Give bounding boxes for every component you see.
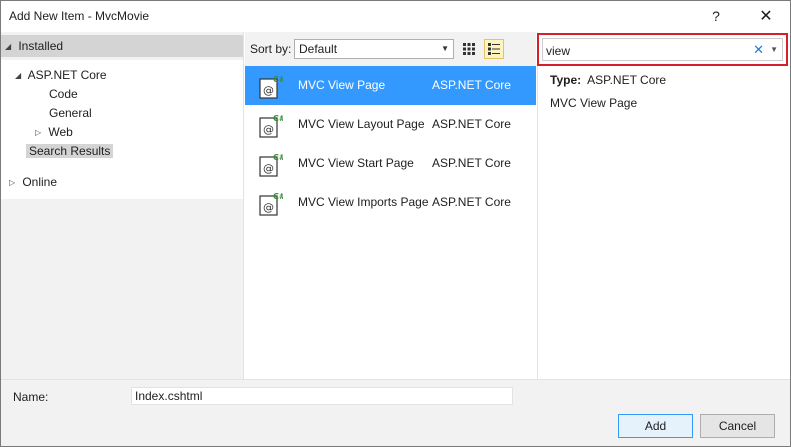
list-item[interactable]: @ C# MVC View Imports Page ASP.NET Core xyxy=(245,183,536,222)
razor-page-icon: @ C# xyxy=(259,153,283,177)
type-label: Type: xyxy=(550,73,582,87)
svg-text:C#: C# xyxy=(273,153,283,162)
help-button[interactable]: ? xyxy=(696,1,736,31)
title-bar: Add New Item - MvcMovie ? ✕ xyxy=(1,1,790,31)
list-item[interactable]: @ C# MVC View Layout Page ASP.NET Core xyxy=(245,105,536,144)
tree-item-general[interactable]: General xyxy=(49,104,92,123)
details-panel: view ✕ ▼ Type: ASP.NET Core MVC View Page xyxy=(537,32,790,379)
list-item[interactable]: @ C# MVC View Start Page ASP.NET Core xyxy=(245,144,536,183)
tree-item-label: Code xyxy=(49,87,78,101)
name-label: Name: xyxy=(13,390,49,404)
razor-page-icon: @ C# xyxy=(259,75,283,99)
tree-item-web[interactable]: ▷ Web xyxy=(35,123,73,142)
templates-list-panel: Sort by: Default ▼ @ C MVC View Page ASP… xyxy=(245,32,536,379)
window-title: Add New Item - MvcMovie xyxy=(9,9,150,23)
expand-arrow-icon[interactable]: ▷ xyxy=(9,173,19,192)
tree-item-label: Online xyxy=(22,175,58,189)
add-new-item-dialog: Add New Item - MvcMovie ? ✕ ◢ Installed … xyxy=(0,0,791,447)
installed-label: Installed xyxy=(18,39,64,53)
svg-text:@: @ xyxy=(263,201,274,214)
type-row: Type: ASP.NET Core xyxy=(550,73,666,87)
collapse-arrow-icon[interactable]: ◢ xyxy=(5,37,15,56)
grid-view-button[interactable] xyxy=(459,39,479,59)
search-input[interactable]: view ✕ ▼ xyxy=(542,38,783,61)
item-description: MVC View Page xyxy=(550,96,638,110)
item-type: ASP.NET Core xyxy=(432,156,511,170)
sort-toolbar: Sort by: Default ▼ xyxy=(245,32,536,66)
close-button[interactable]: ✕ xyxy=(746,1,786,31)
bottom-bar: Name: Index.cshtml Add Cancel xyxy=(1,379,790,446)
item-name: MVC View Imports Page xyxy=(298,195,429,209)
list-view-icon xyxy=(488,43,500,55)
type-value: ASP.NET Core xyxy=(587,73,667,87)
item-type: ASP.NET Core xyxy=(432,78,511,92)
tree-item-label: General xyxy=(49,106,92,120)
add-button[interactable]: Add xyxy=(618,414,693,438)
chevron-down-icon: ▼ xyxy=(441,44,449,53)
chevron-down-icon[interactable]: ▼ xyxy=(770,45,778,54)
sort-label: Sort by: xyxy=(250,42,292,56)
name-field[interactable]: Index.cshtml xyxy=(131,387,513,405)
razor-page-icon: @ C# xyxy=(259,114,283,138)
expand-arrow-icon[interactable]: ▷ xyxy=(35,123,45,142)
tree-item-label: Search Results xyxy=(26,144,114,158)
template-categories-panel: ◢ Installed ◢ ASP.NET Core Code General … xyxy=(1,32,244,379)
collapse-arrow-icon[interactable]: ◢ xyxy=(15,66,25,85)
tree-item-aspnet-core[interactable]: ◢ ASP.NET Core xyxy=(15,66,107,85)
search-highlight-box: view ✕ ▼ xyxy=(537,33,788,66)
sort-selected-value: Default xyxy=(299,42,338,56)
cancel-button[interactable]: Cancel xyxy=(700,414,775,438)
svg-text:@: @ xyxy=(263,162,274,175)
item-name: MVC View Page xyxy=(298,78,386,92)
grid-view-icon xyxy=(463,43,475,55)
item-type: ASP.NET Core xyxy=(432,195,511,209)
item-name: MVC View Start Page xyxy=(298,156,414,170)
razor-page-icon: @ C# xyxy=(259,192,283,216)
svg-text:@: @ xyxy=(263,123,274,136)
list-item[interactable]: @ C# MVC View Page ASP.NET Core xyxy=(245,66,536,105)
search-value: view xyxy=(546,44,571,58)
tree-item-online[interactable]: ▷ Online xyxy=(9,173,57,192)
svg-text:C#: C# xyxy=(273,192,283,201)
svg-text:C#: C# xyxy=(273,114,283,123)
list-view-button[interactable] xyxy=(484,39,504,59)
tree-item-search-results[interactable]: Search Results xyxy=(26,142,114,161)
tree-item-code[interactable]: Code xyxy=(49,85,78,104)
item-type: ASP.NET Core xyxy=(432,117,511,131)
item-name: MVC View Layout Page xyxy=(298,117,425,131)
sort-dropdown[interactable]: Default ▼ xyxy=(294,39,454,59)
tree-item-label: Web xyxy=(48,125,73,139)
clear-search-icon[interactable]: ✕ xyxy=(753,42,764,58)
svg-text:C#: C# xyxy=(273,75,283,84)
installed-header[interactable]: ◢ Installed xyxy=(1,35,243,57)
tree-item-label: ASP.NET Core xyxy=(27,68,107,82)
svg-text:@: @ xyxy=(263,84,274,97)
